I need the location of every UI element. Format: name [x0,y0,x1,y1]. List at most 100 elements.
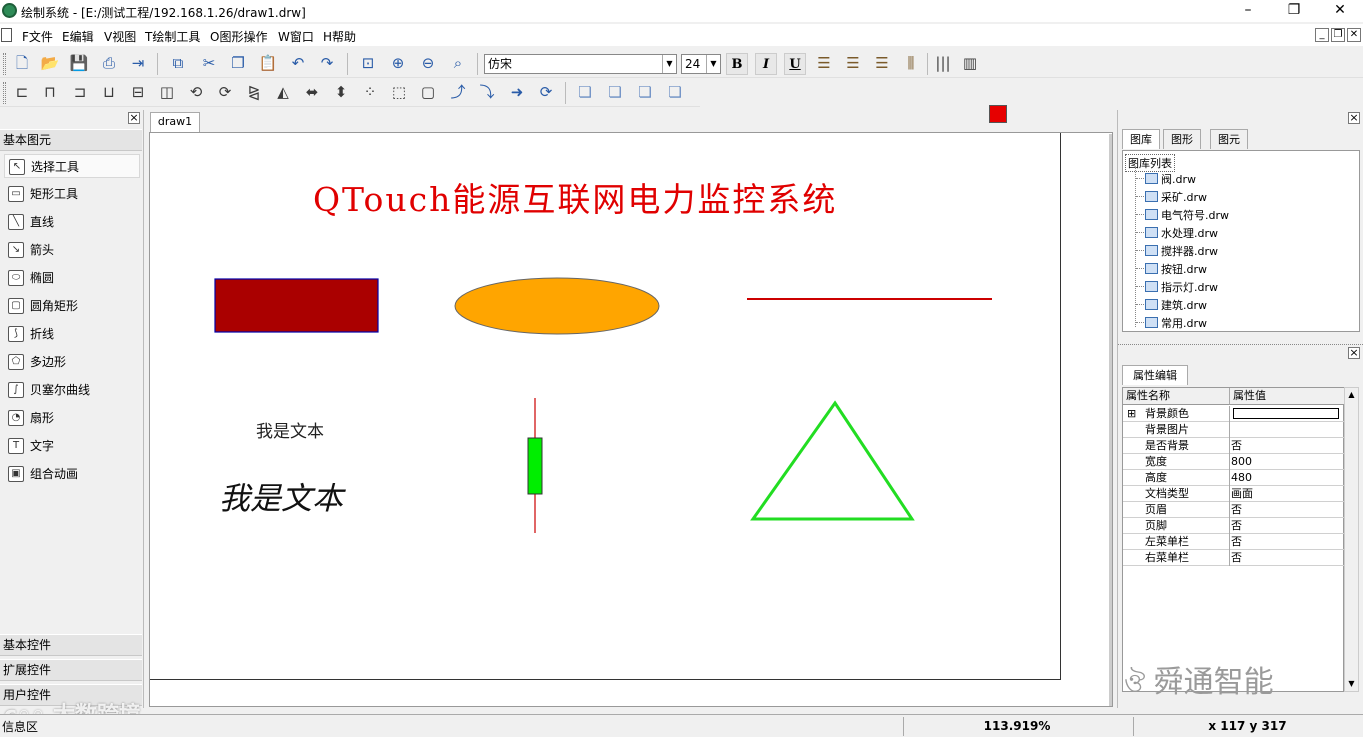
underline-button[interactable]: U [784,53,806,75]
tool-item-1[interactable]: ↖ 选择工具 [4,154,140,178]
zoom-fit-icon[interactable]: ⊡ [356,52,380,76]
cut-icon[interactable]: ✂ [197,52,221,76]
property-row[interactable]: 左菜单栏 否 [1123,534,1345,550]
mdi-minimize-button[interactable]: _ [1315,28,1329,42]
italic-text-shape[interactable]: 我是文本 [219,481,346,517]
rectangle-shape[interactable] [214,278,379,333]
menu-help[interactable]: H帮助 [323,28,356,45]
library-file-item[interactable]: 阀.drw [1145,171,1196,187]
rotate-left-icon[interactable]: ⟲ [184,81,208,105]
library-file-item[interactable]: 按钮.drw [1145,261,1207,277]
tree-root[interactable]: 图库列表 [1125,154,1175,172]
new-file-icon[interactable]: 🗋 [10,52,34,76]
chevron-up-icon[interactable]: ▲ [1345,388,1358,402]
property-value[interactable]: 480 [1231,470,1252,485]
tab-property-editor[interactable]: 属性编辑 [1122,365,1188,385]
align-left-edge-icon[interactable]: ⊏ [10,81,34,105]
property-value[interactable]: 否 [1231,502,1242,517]
property-value[interactable]: 800 [1231,454,1252,469]
tool-item-5[interactable]: ⬭ 椭圆 [4,266,140,290]
tab-primitives[interactable]: 图元 [1210,129,1248,149]
property-row[interactable]: 文档类型 画面 [1123,486,1345,502]
close-icon[interactable]: × [1348,347,1360,359]
copy-icon[interactable]: ❐ [226,52,250,76]
tab-shapes[interactable]: 图形 [1163,129,1201,149]
same-size-icon[interactable]: ⁘ [358,81,382,105]
restore-button[interactable]: ❐ [1271,0,1317,22]
property-scrollbar[interactable]: ▲ ▼ [1344,387,1359,692]
vertical-text-icon[interactable]: ||| [931,52,955,76]
tool-item-9[interactable]: ∫ 贝塞尔曲线 [4,378,140,402]
mdi-restore-button[interactable]: ❐ [1331,28,1345,42]
color-swatch-button[interactable] [989,105,1007,123]
menu-window[interactable]: W窗口 [278,28,314,45]
align-right-edge-icon[interactable]: ⊐ [68,81,92,105]
section-basic-controls[interactable]: 基本控件 [0,634,142,656]
library-file-item[interactable]: 电气符号.drw [1145,207,1229,223]
chevron-down-icon[interactable]: ▼ [706,55,720,73]
tool-item-3[interactable]: ╲ 直线 [4,210,140,234]
exit-icon[interactable]: ⇥ [126,52,150,76]
center-horizontal-icon[interactable]: ⊟ [126,81,150,105]
tab-library[interactable]: 图库 [1122,129,1160,149]
property-value[interactable]: 画面 [1231,486,1253,501]
align-bottom-edge-icon[interactable]: ⊔ [97,81,121,105]
screenshot-icon[interactable]: ⧉ [166,52,190,76]
refresh-icon[interactable]: ⟳ [534,81,558,105]
property-row[interactable]: 是否背景 否 [1123,438,1345,454]
paste-icon[interactable]: 📋 [256,52,280,76]
toolbar-grip[interactable] [3,53,6,75]
align-center-icon[interactable]: ☰ [841,52,865,76]
property-value-header[interactable]: 属性值 [1229,388,1345,405]
tool-item-11[interactable]: T 文字 [4,434,140,458]
background-color-swatch[interactable] [1233,408,1339,419]
menu-draw-tools[interactable]: T绘制工具 [145,28,200,45]
tool-item-4[interactable]: ↘ 箭头 [4,238,140,262]
zoom-out-icon[interactable]: ⊖ [416,52,440,76]
group-icon[interactable]: ⬚ [387,81,411,105]
menu-shape-ops[interactable]: O图形操作 [210,28,267,45]
library-file-item[interactable]: 搅拌器.drw [1145,243,1218,259]
plain-text-shape[interactable]: 我是文本 [256,422,324,442]
align-bottom-icon[interactable]: ⫼ [899,52,923,76]
layer-bottom-icon[interactable]: ❏ [663,81,687,105]
print-icon[interactable]: ⎙ [97,52,121,76]
library-file-item[interactable]: 建筑.drw [1145,297,1207,313]
menu-file[interactable]: F文件 [22,28,53,45]
title-text-shape[interactable]: QTouch能源互联网电力监控系统 [313,180,837,219]
property-value[interactable]: 否 [1231,518,1242,533]
property-value[interactable]: 否 [1231,550,1242,565]
library-file-item[interactable]: 常用.drw [1145,315,1207,331]
tool-item-10[interactable]: ◔ 扇形 [4,406,140,430]
bring-forward-icon[interactable]: ⤴ [446,81,470,105]
rotate-right-icon[interactable]: ⟳ [213,81,237,105]
mdi-close-button[interactable]: ✕ [1347,28,1361,42]
close-icon[interactable]: × [1348,112,1360,124]
canvas-scrollbar[interactable] [1109,134,1112,706]
italic-button[interactable]: I [755,53,777,75]
ungroup-icon[interactable]: ▢ [416,81,440,105]
property-row[interactable]: 右菜单栏 否 [1123,550,1345,566]
flip-horizontal-icon[interactable]: ⧎ [242,81,266,105]
same-height-icon[interactable]: ⬍ [329,81,353,105]
minimize-button[interactable]: – [1225,0,1271,22]
tool-item-2[interactable]: ▭ 矩形工具 [4,182,140,206]
section-basic-primitives[interactable]: 基本图元 [0,129,142,151]
tab-draw1[interactable]: draw1 [150,112,200,133]
save-icon[interactable]: 💾 [67,52,91,76]
center-vertical-icon[interactable]: ◫ [155,81,179,105]
menu-view[interactable]: V视图 [104,28,136,45]
redo-icon[interactable]: ↷ [315,52,339,76]
tool-item-7[interactable]: ⟆ 折线 [4,322,140,346]
arrow-right-icon[interactable]: ➜ [505,81,529,105]
align-right-icon[interactable]: ☰ [870,52,894,76]
property-row[interactable]: 页眉 否 [1123,502,1345,518]
close-icon[interactable]: × [128,112,140,124]
library-file-item[interactable]: 采矿.drw [1145,189,1207,205]
send-backward-icon[interactable]: ⤵ [475,81,499,105]
property-row[interactable]: 页脚 否 [1123,518,1345,534]
library-file-item[interactable]: 水处理.drw [1145,225,1218,241]
candle-body-shape[interactable] [527,437,543,495]
same-width-icon[interactable]: ⬌ [300,81,324,105]
chevron-down-icon[interactable]: ▼ [662,55,676,73]
